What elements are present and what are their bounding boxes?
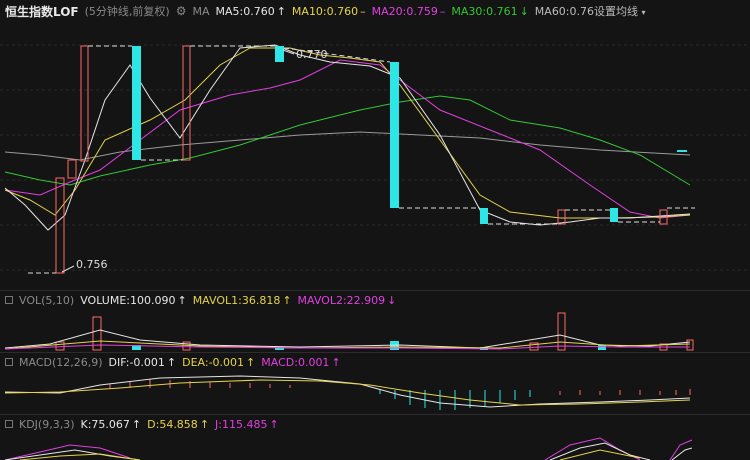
d-line-right	[559, 449, 641, 460]
dea-value: DEA:-0.001 ↑	[182, 355, 256, 369]
k-value: K:75.067 ↑	[80, 417, 142, 431]
k-line-right	[549, 442, 651, 460]
vol-ma-white	[4, 329, 691, 349]
kdj-header: KDJ(9,3,3) K:75.067 ↑ D:54.858 ↑ J:115.485…	[0, 415, 750, 433]
high-price-label: 0.770	[296, 48, 328, 61]
macd-negative-bars	[379, 390, 531, 410]
j-line	[4, 444, 131, 460]
macd-value: MACD:0.001 ↑	[261, 355, 341, 369]
k-line	[4, 449, 141, 460]
price-connectors	[28, 45, 695, 274]
dif-line	[4, 375, 691, 408]
low-price-label: 0.756	[76, 258, 108, 271]
dif-value: DIF:-0.001 ↑	[108, 355, 177, 369]
volume-up-bars	[55, 312, 694, 351]
grid-lines	[0, 44, 750, 271]
mavol1-value: MAVOL1:36.818 ↑	[192, 293, 292, 307]
d-value: D:54.858 ↑	[147, 417, 210, 431]
panel-toggle-icon[interactable]	[5, 358, 13, 366]
mavol2-value: MAVOL2:22.909 ↓	[297, 293, 397, 307]
vol-ma-yellow	[4, 340, 691, 350]
panel-toggle-icon[interactable]	[5, 420, 13, 428]
macd-positive-bars	[109, 379, 691, 395]
volume-value: VOLUME:100.090 ↑	[80, 293, 187, 307]
up-candles	[55, 45, 668, 274]
candlestick-chart[interactable]: 0.770 0.756	[0, 0, 750, 292]
k-line-end	[671, 447, 693, 460]
kdj-label: KDJ(9,3,3)	[19, 417, 75, 431]
macd-header: MACD(12,26,9) DIF:-0.001 ↑ DEA:-0.001 ↑ MA…	[0, 353, 750, 371]
ma5-line	[4, 44, 691, 231]
macd-label: MACD(12,26,9)	[19, 355, 103, 369]
vol-label: VOL(5,10)	[19, 293, 75, 307]
dea-line	[4, 379, 691, 406]
volume-down-bars	[132, 341, 606, 350]
j-value: J:115.485 ↑	[215, 417, 279, 431]
ma30-line	[4, 95, 691, 186]
panel-toggle-icon[interactable]	[5, 296, 13, 304]
d-line	[19, 453, 141, 460]
j-line-end	[669, 439, 693, 460]
j-line-right	[544, 437, 641, 460]
vol-ma-magenta	[4, 344, 690, 350]
vol-header: VOL(5,10) VOLUME:100.090 ↑ MAVOL1:36.818 ↑…	[0, 291, 750, 309]
